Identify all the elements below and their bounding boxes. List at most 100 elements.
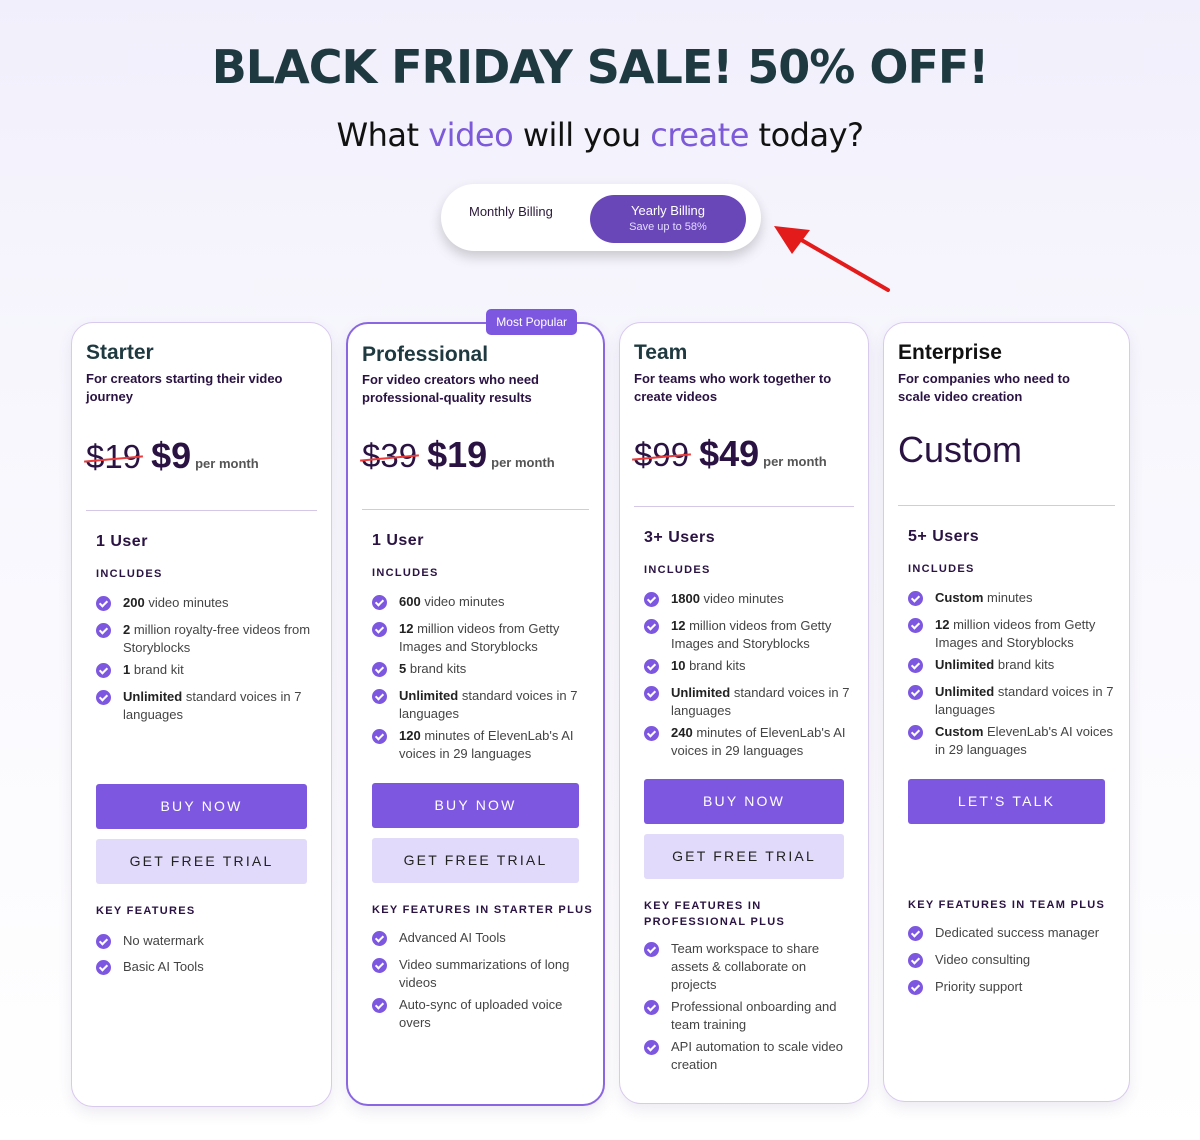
price-period: per month <box>491 455 555 470</box>
check-icon <box>372 729 387 744</box>
key-features-list: Team workspace to share assets & collabo… <box>644 940 854 1074</box>
original-price: $99 <box>634 436 690 473</box>
subhead-text: will you <box>513 116 651 154</box>
key-features-label: KEY FEATURES IN STARTER PLUS <box>372 904 593 916</box>
list-item: 12 million videos from Getty Images and … <box>644 617 854 653</box>
list-item: Professional onboarding and team trainin… <box>644 998 854 1034</box>
list-item: Basic AI Tools <box>96 958 317 976</box>
list-item: 1 brand kit <box>96 661 317 679</box>
list-item: Dedicated success manager <box>908 924 1115 942</box>
plan-card-professional: Most Popular Professional For video crea… <box>346 309 605 1106</box>
price-row: $99 $49 per month <box>634 433 827 475</box>
plan-description: For companies who need to scale video cr… <box>898 371 1070 404</box>
yearly-billing-label: Yearly Billing <box>631 203 705 218</box>
price-row: $39 $19 per month <box>362 434 555 476</box>
check-icon <box>96 623 111 638</box>
get-free-trial-button[interactable]: GET FREE TRIAL <box>644 834 844 879</box>
key-features-label: KEY FEATURES IN PROFESSIONAL PLUS <box>644 900 786 928</box>
custom-price: Custom <box>898 429 1023 470</box>
list-item: Auto-sync of uploaded voice overs <box>372 996 589 1032</box>
list-item: Unlimited standard voices in 7 languages <box>372 687 589 723</box>
key-features-list: No watermark Basic AI Tools <box>96 932 317 976</box>
original-price: $19 <box>86 438 142 475</box>
divider <box>898 505 1115 506</box>
list-item: Team workspace to share assets & collabo… <box>644 940 854 994</box>
check-icon <box>908 980 923 995</box>
user-count: 1 User <box>372 532 424 549</box>
buy-now-button[interactable]: BUY NOW <box>644 779 844 824</box>
user-count: 3+ Users <box>644 529 716 546</box>
list-item: Advanced AI Tools <box>372 929 589 947</box>
original-price: $39 <box>362 437 418 474</box>
check-icon <box>908 953 923 968</box>
monthly-billing-option[interactable]: Monthly Billing <box>469 204 553 219</box>
includes-list: Custom minutes 12 million videos from Ge… <box>908 589 1115 759</box>
list-item: 240 minutes of ElevenLab's AI voices in … <box>644 724 854 760</box>
check-icon <box>96 690 111 705</box>
divider <box>362 509 589 510</box>
list-item: Unlimited brand kits <box>908 656 1115 674</box>
check-icon <box>644 686 659 701</box>
list-item: 600 video minutes <box>372 593 589 611</box>
check-icon <box>644 726 659 741</box>
check-icon <box>644 619 659 634</box>
subhead-highlight-create: create <box>650 116 749 154</box>
check-icon <box>644 1000 659 1015</box>
includes-label: INCLUDES <box>644 564 711 576</box>
subhead-text: today? <box>748 116 864 154</box>
get-free-trial-button[interactable]: GET FREE TRIAL <box>372 838 579 883</box>
includes-label: INCLUDES <box>908 563 975 575</box>
includes-list: 600 video minutes 12 million videos from… <box>372 593 589 763</box>
check-icon <box>372 595 387 610</box>
plan-name: Starter <box>86 341 154 364</box>
plan-description: For video creators who need professional… <box>362 372 539 405</box>
subhead-text: What <box>336 116 429 154</box>
list-item: Unlimited standard voices in 7 languages <box>96 688 317 724</box>
lets-talk-button[interactable]: LET'S TALK <box>908 779 1105 824</box>
billing-toggle: Monthly Billing Yearly Billing Save up t… <box>441 184 761 251</box>
subhead-highlight-video: video <box>428 116 514 154</box>
check-icon <box>644 942 659 957</box>
includes-list: 1800 video minutes 12 million videos fro… <box>644 590 854 760</box>
yearly-billing-option[interactable]: Yearly Billing Save up to 58% <box>590 195 746 243</box>
check-icon <box>372 958 387 973</box>
list-item: Video consulting <box>908 951 1115 969</box>
get-free-trial-button[interactable]: GET FREE TRIAL <box>96 839 307 884</box>
plan-card-enterprise: Enterprise For companies who need to sca… <box>883 322 1130 1102</box>
buy-now-button[interactable]: BUY NOW <box>372 783 579 828</box>
list-item: Custom minutes <box>908 589 1115 607</box>
sale-price: $9 <box>151 435 192 476</box>
user-count: 1 User <box>96 533 148 550</box>
key-features-list: Advanced AI Tools Video summarizations o… <box>372 929 589 1032</box>
check-icon <box>908 591 923 606</box>
annotation-arrow-icon <box>774 226 890 292</box>
list-item: Video summarizations of long videos <box>372 956 589 992</box>
key-features-list: Dedicated success manager Video consulti… <box>908 924 1115 996</box>
plan-description: For teams who work together to create vi… <box>634 371 832 404</box>
check-icon <box>908 658 923 673</box>
divider <box>86 510 317 511</box>
check-icon <box>96 960 111 975</box>
list-item: 1800 video minutes <box>644 590 854 608</box>
user-count: 5+ Users <box>908 528 980 545</box>
list-item: 12 million videos from Getty Images and … <box>908 616 1115 652</box>
check-icon <box>908 926 923 941</box>
price-row: $19 $9 per month <box>86 435 259 477</box>
list-item: 12 million videos from Getty Images and … <box>372 620 589 656</box>
sale-price: $49 <box>699 433 760 474</box>
includes-label: INCLUDES <box>372 567 439 579</box>
plan-description: For creators starting their video journe… <box>86 371 283 404</box>
plan-name: Team <box>634 341 688 364</box>
list-item: 10 brand kits <box>644 657 854 675</box>
check-icon <box>372 998 387 1013</box>
plan-name: Enterprise <box>898 341 1002 364</box>
sale-price: $19 <box>427 434 488 475</box>
buy-now-button[interactable]: BUY NOW <box>96 784 307 829</box>
check-icon <box>908 685 923 700</box>
yearly-savings-note: Save up to 58% <box>629 221 707 233</box>
plan-name: Professional <box>362 343 489 366</box>
check-icon <box>96 934 111 949</box>
list-item: Priority support <box>908 978 1115 996</box>
list-item: Unlimited standard voices in 7 languages <box>644 684 854 720</box>
check-icon <box>372 662 387 677</box>
